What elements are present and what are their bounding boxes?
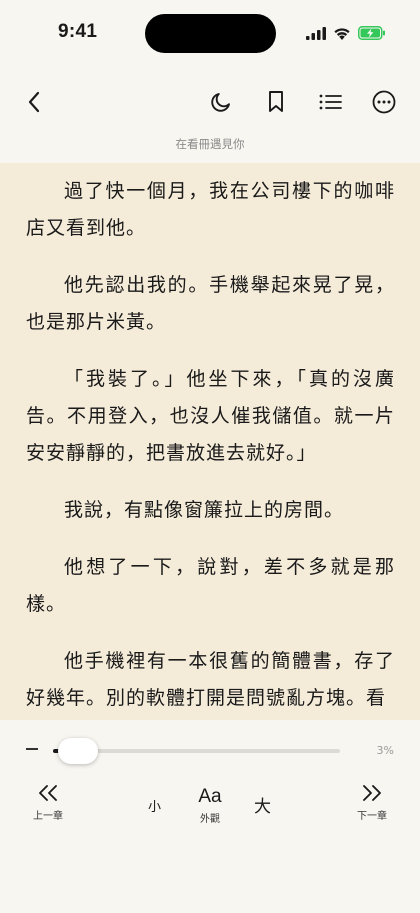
double-chevron-right-icon [363,785,381,801]
paragraph: 過了快一個月，我在公司樓下的咖啡店又看到他。 [26,180,395,239]
reader-controls-panel: 3% 上一章 小 Aa 外觀 大 下一章 [0,720,420,913]
appearance-label: 外觀 [200,814,220,825]
dynamic-island [145,14,276,53]
toc-button[interactable] [316,88,344,116]
prev-chapter-label: 上一章 [33,811,63,822]
progress-slider[interactable] [53,738,340,764]
battery-charging-icon [358,26,385,40]
appearance-button[interactable]: Aa 外觀 [190,786,230,825]
next-chapter-button[interactable]: 下一章 [342,784,402,822]
more-icon [372,90,396,114]
prev-chapter-button[interactable]: 上一章 [18,784,78,822]
night-mode-icon [211,93,230,112]
bookmark-icon [269,91,283,112]
toc-icon [319,94,342,110]
bookmark-button[interactable] [262,88,290,116]
status-icons [306,24,386,42]
minus-icon [26,748,38,750]
night-mode-button[interactable] [207,88,235,116]
reading-page[interactable]: 過了快一個月，我在公司樓下的咖啡店又看到他。 他先認出我的。手機舉起來晃了晃，也… [0,163,420,720]
font-size-increase-button[interactable]: 大 [254,792,271,817]
back-icon [28,91,40,113]
appearance-icon: Aa [198,786,222,807]
back-button[interactable] [20,88,48,116]
cellular-signal-icon [306,26,326,40]
double-chevron-left-icon [39,785,57,801]
paragraph: 我說，有點像窗簾拉上的房間。 [64,499,345,521]
next-chapter-label: 下一章 [357,811,387,822]
paragraph: 他手機裡有一本很舊的簡體書，存了好幾年。別的軟體打開是問號亂方塊。看 [26,650,395,709]
progress-slider-thumb[interactable] [58,738,98,764]
status-time: 9:41 [58,21,98,42]
paragraph: 他想了一下，說對，差不多就是那樣。 [26,556,395,615]
progress-percent: 3% [376,744,394,757]
paragraph: 「我裝了。」他坐下來，「真的沒廣告。不用登入，也沒人催我儲值。就一片安安靜靜的，… [26,368,395,464]
paragraph: 他先認出我的。手機舉起來晃了晃，也是那片米黃。 [26,274,395,333]
more-button[interactable] [370,88,398,116]
status-bar: 9:41 [0,0,420,68]
wifi-icon [334,27,350,40]
font-size-decrease-button[interactable]: 小 [148,796,161,815]
reader-toolbar [0,80,420,124]
book-title: 在看冊遇見你 [175,137,245,151]
